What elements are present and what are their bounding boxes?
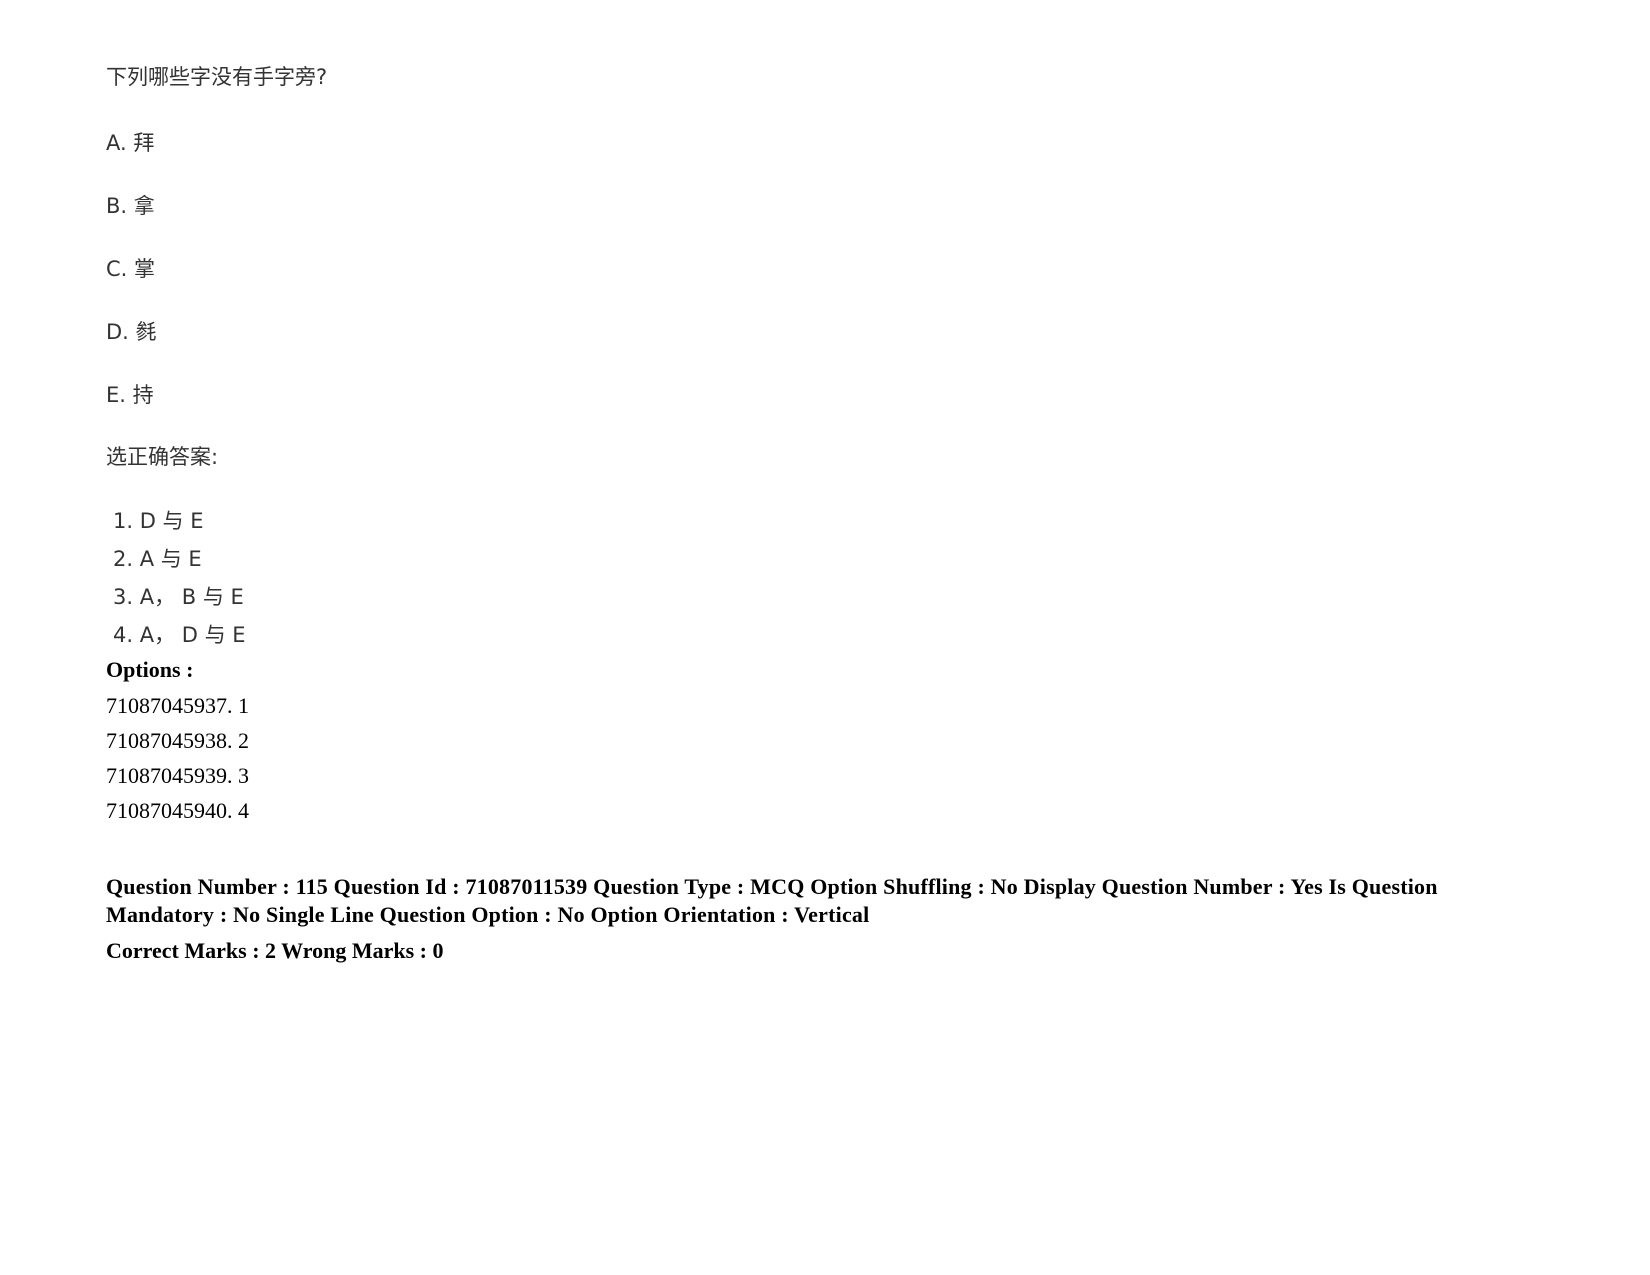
option-id: 71087045940. 4 — [106, 798, 249, 823]
question-text: 下列哪些字没有手字旁? — [106, 65, 328, 89]
answer-prompt: 选正确答案: — [106, 445, 219, 469]
options-heading: Options : — [106, 657, 194, 682]
choice-c: C. 掌 — [106, 257, 156, 281]
option-id: 71087045938. 2 — [106, 728, 249, 753]
question-metadata: Question Number : 115 Question Id : 7108… — [106, 874, 1438, 927]
choice-e: E. 持 — [106, 383, 154, 407]
choice-d: D. 毵 — [106, 320, 157, 344]
option-id: 71087045937. 1 — [106, 693, 249, 718]
choice-b: B. 拿 — [106, 194, 155, 218]
answer-item: 1. D 与 E — [113, 509, 204, 533]
answer-item: 3. A， B 与 E — [113, 585, 244, 609]
answer-item: 2. A 与 E — [113, 547, 202, 571]
option-id: 71087045939. 3 — [106, 763, 249, 788]
marks-info: Correct Marks : 2 Wrong Marks : 0 — [106, 938, 444, 963]
answer-item: 4. A， D 与 E — [113, 623, 246, 647]
choice-a: A. 拜 — [106, 131, 155, 155]
